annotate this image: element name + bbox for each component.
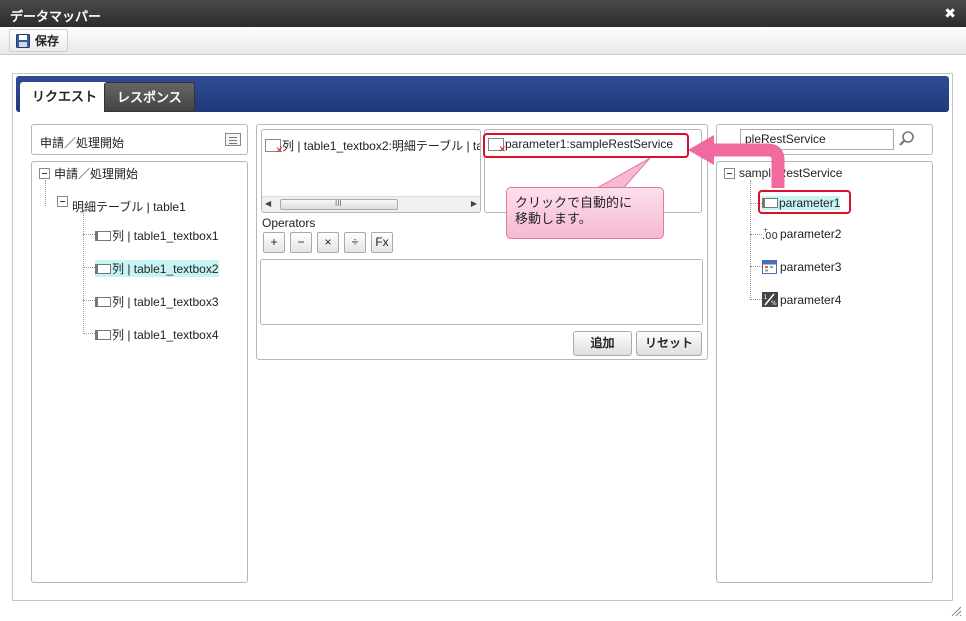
function-operator-button[interactable]: Fx bbox=[371, 232, 393, 253]
svg-text:1: 1 bbox=[764, 294, 768, 301]
tree-field-label: 列 | table1_textbox1 bbox=[112, 229, 219, 243]
service-root-label: sampleRestService bbox=[739, 166, 843, 180]
scroll-right-icon[interactable]: ▶ bbox=[471, 199, 477, 208]
close-icon[interactable]: ✖ bbox=[944, 5, 956, 22]
tree-field-label: 列 | table1_textbox3 bbox=[112, 295, 219, 309]
callout-line2: 移動します。 bbox=[515, 211, 592, 226]
param-label: parameter4 bbox=[780, 292, 842, 307]
source-mapping-box: 列 | table1_textbox2:明細テーブル | tal ◀ III ▶ bbox=[261, 129, 481, 213]
tab-bar: リクエスト レスポンス bbox=[16, 76, 949, 112]
tree-connector bbox=[83, 300, 95, 301]
percent-icon: 1 % bbox=[762, 292, 778, 307]
window-title: データマッパー bbox=[10, 9, 102, 24]
collapse-icon[interactable] bbox=[57, 196, 68, 207]
list-menu-icon[interactable] bbox=[225, 133, 241, 146]
collapse-icon[interactable] bbox=[724, 167, 735, 179]
save-button-label: 保存 bbox=[35, 34, 60, 48]
resize-grip-icon[interactable] bbox=[950, 605, 962, 617]
minus-operator-button[interactable]: − bbox=[290, 232, 312, 253]
field-icon bbox=[95, 329, 111, 340]
tree-field-node[interactable]: 列 | table1_textbox1 bbox=[95, 227, 219, 244]
tree-connector bbox=[83, 267, 95, 268]
tree-connector bbox=[45, 180, 46, 206]
tree-table-label: 明細テーブル | table1 bbox=[72, 200, 186, 214]
target-item-highlight bbox=[483, 133, 689, 158]
plus-operator-button[interactable]: + bbox=[263, 232, 285, 253]
expression-textarea[interactable] bbox=[260, 259, 703, 325]
calendar-icon bbox=[762, 260, 777, 274]
param-node[interactable]: parameter3 bbox=[762, 259, 841, 274]
tree-field-label: 列 | table1_textbox2 bbox=[112, 262, 219, 276]
tree-field-node-selected[interactable]: 列 | table1_textbox2 bbox=[95, 260, 219, 277]
right-tree-panel: sampleRestService parameter1 .00 + param… bbox=[716, 161, 933, 583]
remove-mapping-icon[interactable] bbox=[265, 139, 283, 156]
tree-connector bbox=[750, 180, 751, 300]
field-icon bbox=[95, 263, 111, 274]
tab-response[interactable]: レスポンス bbox=[104, 82, 195, 112]
tree-root-node[interactable]: 申請／処理開始 bbox=[39, 165, 138, 182]
tree-connector bbox=[83, 333, 95, 334]
divide-operator-button[interactable]: ÷ bbox=[344, 232, 366, 253]
svg-text:+: + bbox=[763, 227, 768, 234]
param-label: parameter2 bbox=[780, 227, 842, 241]
tree-connector bbox=[83, 210, 84, 334]
toolbar: 保存 bbox=[0, 27, 966, 55]
multiply-operator-button[interactable]: × bbox=[317, 232, 339, 253]
left-panel-title: 申請／処理開始 bbox=[40, 136, 125, 150]
service-root-node[interactable]: sampleRestService bbox=[724, 166, 842, 180]
tooltip-callout: クリックで自動的に 移動します。 bbox=[506, 187, 664, 239]
collapse-icon[interactable] bbox=[39, 168, 50, 179]
left-panel-header: 申請／処理開始 bbox=[31, 124, 248, 155]
tree-field-node[interactable]: 列 | table1_textbox3 bbox=[95, 293, 219, 310]
tree-field-label: 列 | table1_textbox4 bbox=[112, 328, 219, 342]
field-icon bbox=[95, 230, 111, 241]
scroll-left-icon[interactable]: ◀ bbox=[265, 199, 271, 208]
operators-label: Operators bbox=[262, 216, 316, 230]
svg-text:%: % bbox=[771, 300, 777, 307]
tree-table-node[interactable]: 明細テーブル | table1 bbox=[57, 193, 186, 214]
parameter1-highlight bbox=[758, 190, 851, 214]
tree-connector bbox=[750, 234, 762, 235]
add-button[interactable]: 追加 bbox=[573, 331, 632, 356]
tree-connector bbox=[750, 299, 762, 300]
tree-connector bbox=[83, 234, 95, 235]
scrollbar-grip: III bbox=[335, 199, 342, 208]
search-input[interactable]: pleRestService bbox=[740, 129, 894, 150]
tree-root-label: 申請／処理開始 bbox=[54, 167, 139, 181]
window-titlebar: データマッパー ✖ bbox=[0, 0, 966, 27]
save-button[interactable]: 保存 bbox=[9, 29, 69, 52]
scrollbar-thumb[interactable]: III bbox=[280, 199, 398, 210]
horizontal-scrollbar[interactable]: ◀ III ▶ bbox=[262, 196, 480, 212]
callout-line1: クリックで自動的に bbox=[515, 195, 633, 210]
field-icon bbox=[95, 296, 111, 307]
reset-button[interactable]: リセット bbox=[636, 331, 702, 356]
search-icon[interactable] bbox=[898, 130, 916, 148]
tree-field-node[interactable]: 列 | table1_textbox4 bbox=[95, 326, 219, 343]
param-node[interactable]: .00 + parameter2 bbox=[762, 227, 841, 241]
param-label: parameter3 bbox=[780, 259, 842, 274]
floppy-disk-icon bbox=[16, 33, 30, 48]
source-mapping-item[interactable]: 列 | table1_textbox2:明細テーブル | tal bbox=[265, 137, 481, 156]
tab-request[interactable]: リクエスト bbox=[20, 82, 110, 112]
search-input-value: pleRestService bbox=[745, 132, 826, 146]
param-node[interactable]: 1 % parameter4 bbox=[762, 292, 841, 307]
tree-connector bbox=[750, 266, 762, 267]
decimal-number-icon: .00 + bbox=[762, 227, 778, 241]
left-tree-panel: 申請／処理開始 明細テーブル | table1 列 | table1_textb… bbox=[31, 161, 248, 583]
source-mapping-label: 列 | table1_textbox2:明細テーブル | tal bbox=[282, 139, 481, 153]
